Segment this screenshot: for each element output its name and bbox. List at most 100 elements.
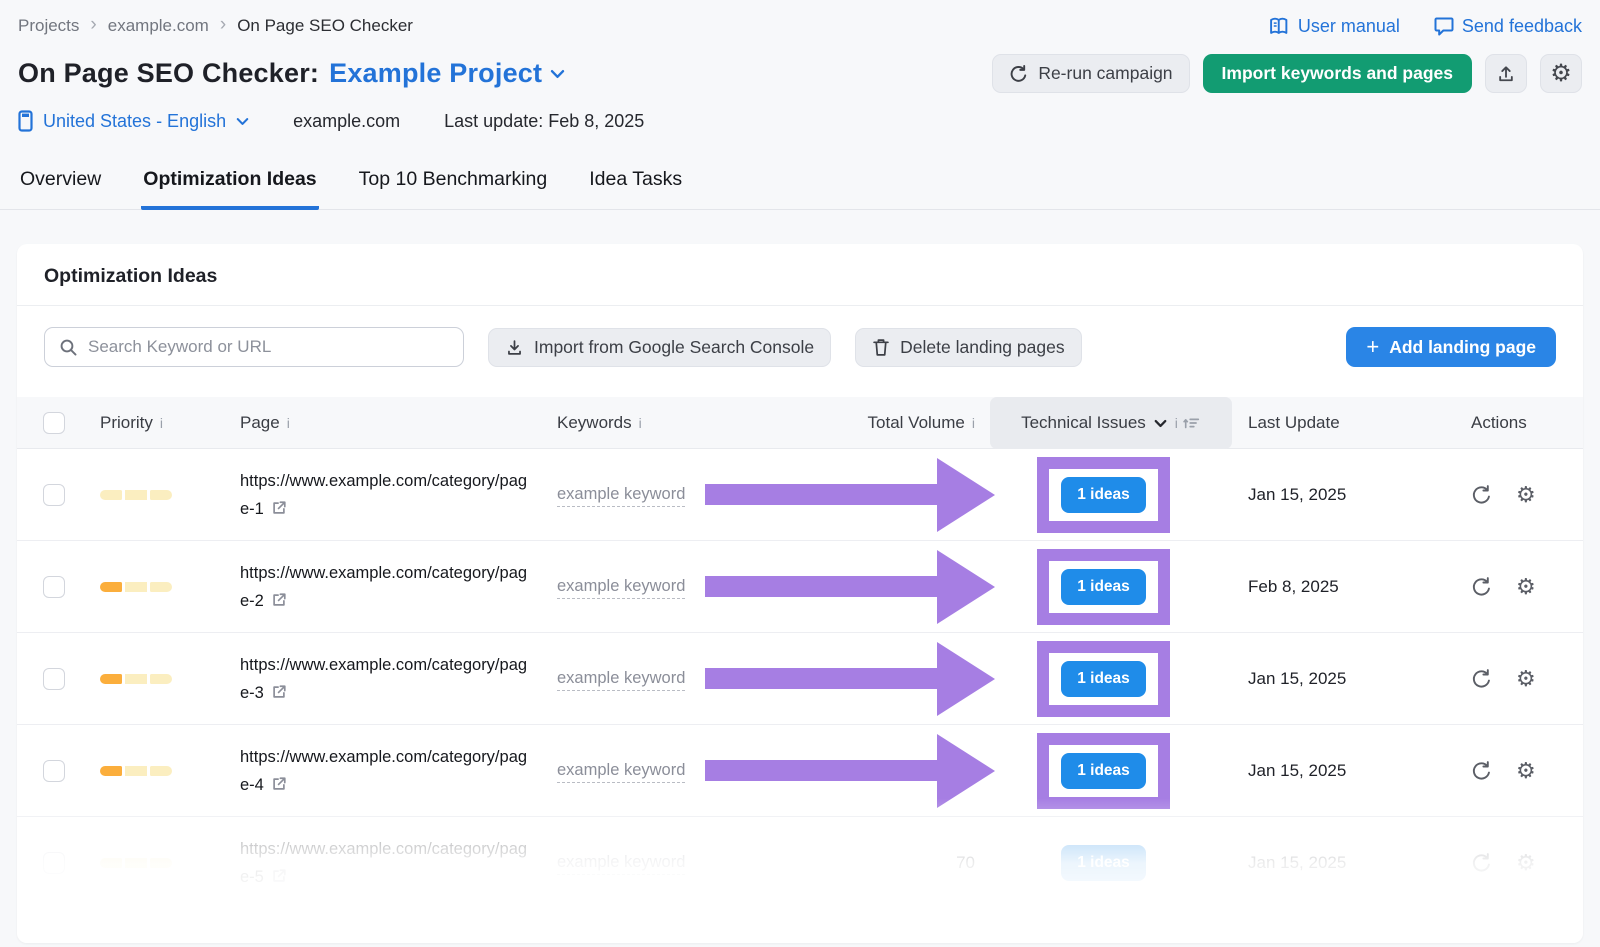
keyword-link[interactable]: example keyword xyxy=(557,485,685,507)
title-row: On Page SEO Checker: Example Project Re-… xyxy=(0,37,1600,93)
row-refresh-button[interactable] xyxy=(1471,576,1492,598)
keyword-link[interactable]: example keyword xyxy=(557,761,685,783)
tab-idea-tasks[interactable]: Idea Tasks xyxy=(587,162,684,210)
col-actions: Actions xyxy=(1455,413,1583,433)
external-link-icon[interactable] xyxy=(271,868,287,884)
locale-selector[interactable]: United States - English xyxy=(18,110,249,132)
page-url-link[interactable]: https://www.example.com/category/page-5 xyxy=(240,840,527,886)
row-refresh-button[interactable] xyxy=(1471,760,1492,782)
external-link-icon[interactable] xyxy=(271,776,287,792)
priority-segment xyxy=(150,490,172,500)
row-checkbox[interactable] xyxy=(43,760,65,782)
page-url-link[interactable]: https://www.example.com/category/page-4 xyxy=(240,748,527,794)
ideas-button[interactable]: 1 ideas xyxy=(1061,845,1146,881)
rerun-campaign-button[interactable]: Re-run campaign xyxy=(992,54,1189,93)
row-refresh-button[interactable] xyxy=(1471,852,1492,874)
external-link-icon[interactable] xyxy=(271,500,287,516)
project-name: Example Project xyxy=(329,58,542,89)
row-settings-button[interactable]: ⚙ xyxy=(1516,668,1536,690)
row-actions: ⚙ xyxy=(1455,668,1583,690)
row-checkbox[interactable] xyxy=(43,576,65,598)
last-update-value: Feb 8, 2025 xyxy=(1232,577,1455,597)
row-checkbox[interactable] xyxy=(43,484,65,506)
ideas-button[interactable]: 1 ideas xyxy=(1061,661,1146,697)
row-settings-button[interactable]: ⚙ xyxy=(1516,852,1536,874)
col-priority[interactable]: Priority i xyxy=(100,413,240,433)
row-checkbox[interactable] xyxy=(43,668,65,690)
row-actions: ⚙ xyxy=(1455,484,1583,506)
gear-icon: ⚙ xyxy=(1550,62,1572,86)
col-page[interactable]: Page i xyxy=(240,413,557,433)
technical-issues-cell: 1 ideas xyxy=(975,733,1232,809)
info-icon[interactable]: i xyxy=(1175,415,1178,431)
chevron-down-icon xyxy=(550,69,565,79)
tab-top-10-benchmarking[interactable]: Top 10 Benchmarking xyxy=(357,162,550,210)
annotation-highlight-box: 1 ideas xyxy=(1037,641,1170,717)
col-total-volume[interactable]: Total Volume i xyxy=(707,413,975,433)
info-icon[interactable]: i xyxy=(639,415,642,431)
search-icon xyxy=(59,338,78,357)
row-settings-button[interactable]: ⚙ xyxy=(1516,760,1536,782)
table-row: https://www.example.com/category/page-3 … xyxy=(17,633,1583,725)
send-feedback-link[interactable]: Send feedback xyxy=(1434,16,1582,37)
table-body: https://www.example.com/category/page-1 … xyxy=(17,449,1583,909)
user-manual-label: User manual xyxy=(1298,16,1400,37)
external-link-icon[interactable] xyxy=(271,592,287,608)
row-refresh-button[interactable] xyxy=(1471,668,1492,690)
ideas-button-label: 1 ideas xyxy=(1077,578,1130,595)
book-icon xyxy=(1269,17,1290,36)
external-link-icon[interactable] xyxy=(271,684,287,700)
add-landing-page-label: Add landing page xyxy=(1389,337,1536,358)
row-checkbox[interactable] xyxy=(43,852,65,874)
row-refresh-button[interactable] xyxy=(1471,484,1492,506)
tab-overview[interactable]: Overview xyxy=(18,162,103,210)
last-update-value: Jan 15, 2025 xyxy=(1232,485,1455,505)
priority-segment xyxy=(100,490,122,500)
keyword-cell: example keyword xyxy=(557,485,707,504)
import-gsc-button[interactable]: Import from Google Search Console xyxy=(488,328,831,367)
ideas-button[interactable]: 1 ideas xyxy=(1061,569,1146,605)
keyword-link[interactable]: example keyword xyxy=(557,577,685,599)
ideas-button[interactable]: 1 ideas xyxy=(1061,753,1146,789)
breadcrumb: Projects›example.com›On Page SEO Checker xyxy=(18,15,413,37)
priority-segment xyxy=(150,674,172,684)
select-all-checkbox[interactable] xyxy=(43,412,65,434)
priority-segment xyxy=(125,582,147,592)
table-row: https://www.example.com/category/page-2 … xyxy=(17,541,1583,633)
keyword-cell: example keyword xyxy=(557,669,707,688)
page-url-link[interactable]: https://www.example.com/category/page-1 xyxy=(240,472,527,518)
col-technical-issues: Technical Issues i xyxy=(975,397,1232,449)
breadcrumb-item[interactable]: Projects xyxy=(18,16,79,36)
technical-issues-cell: 1 ideas xyxy=(975,845,1232,881)
breadcrumb-item: On Page SEO Checker xyxy=(237,16,413,36)
ideas-button-label: 1 ideas xyxy=(1077,854,1130,871)
page-url-link[interactable]: https://www.example.com/category/page-2 xyxy=(240,564,527,610)
priority-segment xyxy=(125,674,147,684)
col-keywords[interactable]: Keywords i xyxy=(557,413,707,433)
info-icon[interactable]: i xyxy=(287,415,290,431)
breadcrumb-item[interactable]: example.com xyxy=(108,16,209,36)
row-settings-button[interactable]: ⚙ xyxy=(1516,484,1536,506)
keyword-link[interactable]: example keyword xyxy=(557,853,685,875)
settings-button[interactable]: ⚙ xyxy=(1540,54,1582,93)
add-landing-page-button[interactable]: + Add landing page xyxy=(1346,327,1556,367)
table-header: Priority i Page i Keywords i Total Volum… xyxy=(17,397,1583,449)
priority-segment xyxy=(125,858,147,868)
info-icon[interactable]: i xyxy=(160,415,163,431)
row-settings-button[interactable]: ⚙ xyxy=(1516,576,1536,598)
delete-landing-pages-button[interactable]: Delete landing pages xyxy=(855,328,1081,367)
import-keywords-button[interactable]: Import keywords and pages xyxy=(1203,54,1472,93)
search-box[interactable] xyxy=(44,327,464,367)
page-url-link[interactable]: https://www.example.com/category/page-3 xyxy=(240,656,527,702)
keyword-link[interactable]: example keyword xyxy=(557,669,685,691)
search-input[interactable] xyxy=(88,337,449,357)
technical-issues-cell: 1 ideas xyxy=(975,457,1232,533)
export-button[interactable] xyxy=(1485,54,1527,93)
tab-optimization-ideas[interactable]: Optimization Ideas xyxy=(141,162,318,210)
technical-issues-sort[interactable]: Technical Issues i xyxy=(990,397,1232,449)
user-manual-link[interactable]: User manual xyxy=(1269,16,1400,37)
project-picker[interactable]: Example Project xyxy=(329,58,565,89)
ideas-button[interactable]: 1 ideas xyxy=(1061,477,1146,513)
page-cell: https://www.example.com/category/page-5 xyxy=(240,835,557,891)
chevron-down-icon xyxy=(1154,419,1167,428)
